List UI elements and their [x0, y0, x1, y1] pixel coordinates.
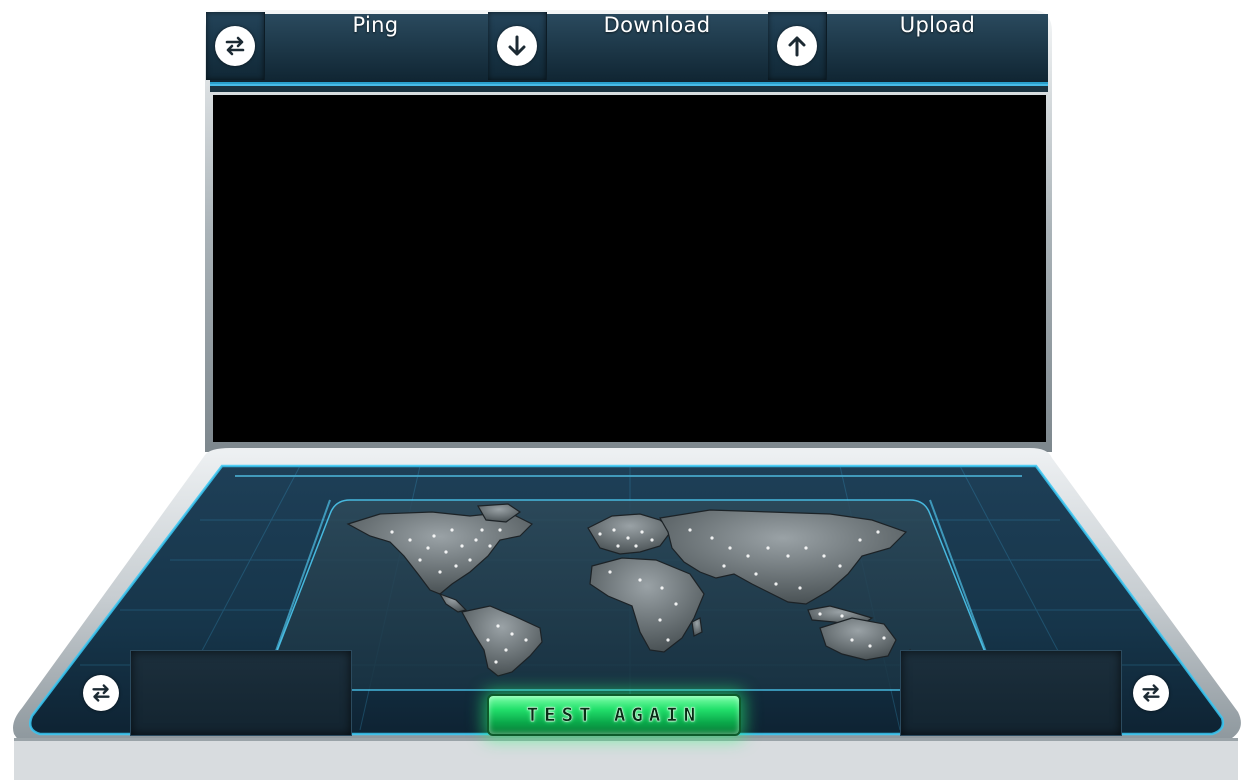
- upload-label: Upload: [899, 13, 976, 37]
- upload-icon-cell: [768, 12, 827, 80]
- right-info-box: [900, 650, 1180, 736]
- left-box-value: [130, 650, 352, 736]
- test-again-button[interactable]: TEST AGAIN: [487, 694, 741, 736]
- test-again-label: TEST AGAIN: [526, 704, 702, 726]
- upload-arrow-icon: [777, 26, 817, 66]
- upload-metric: Upload: [768, 12, 1048, 82]
- download-arrow-icon: [497, 26, 537, 66]
- download-icon-cell: [488, 12, 547, 80]
- speedtest-app: Ping Download Upload TEST AGAIN: [0, 0, 1250, 780]
- ping-label: Ping: [352, 13, 399, 37]
- ping-arrows-icon: [83, 675, 119, 711]
- left-info-box: [72, 650, 352, 736]
- right-icon-cell: [1122, 650, 1180, 736]
- download-metric: Download: [488, 12, 767, 82]
- right-box-value: [900, 650, 1122, 736]
- results-screen: [213, 95, 1046, 442]
- ping-icon-cell: [206, 12, 265, 80]
- ping-arrows-icon: [1133, 675, 1169, 711]
- download-label: Download: [603, 13, 711, 37]
- ping-metric: Ping: [206, 12, 486, 82]
- ping-arrows-icon: [215, 26, 255, 66]
- left-icon-cell: [72, 650, 130, 736]
